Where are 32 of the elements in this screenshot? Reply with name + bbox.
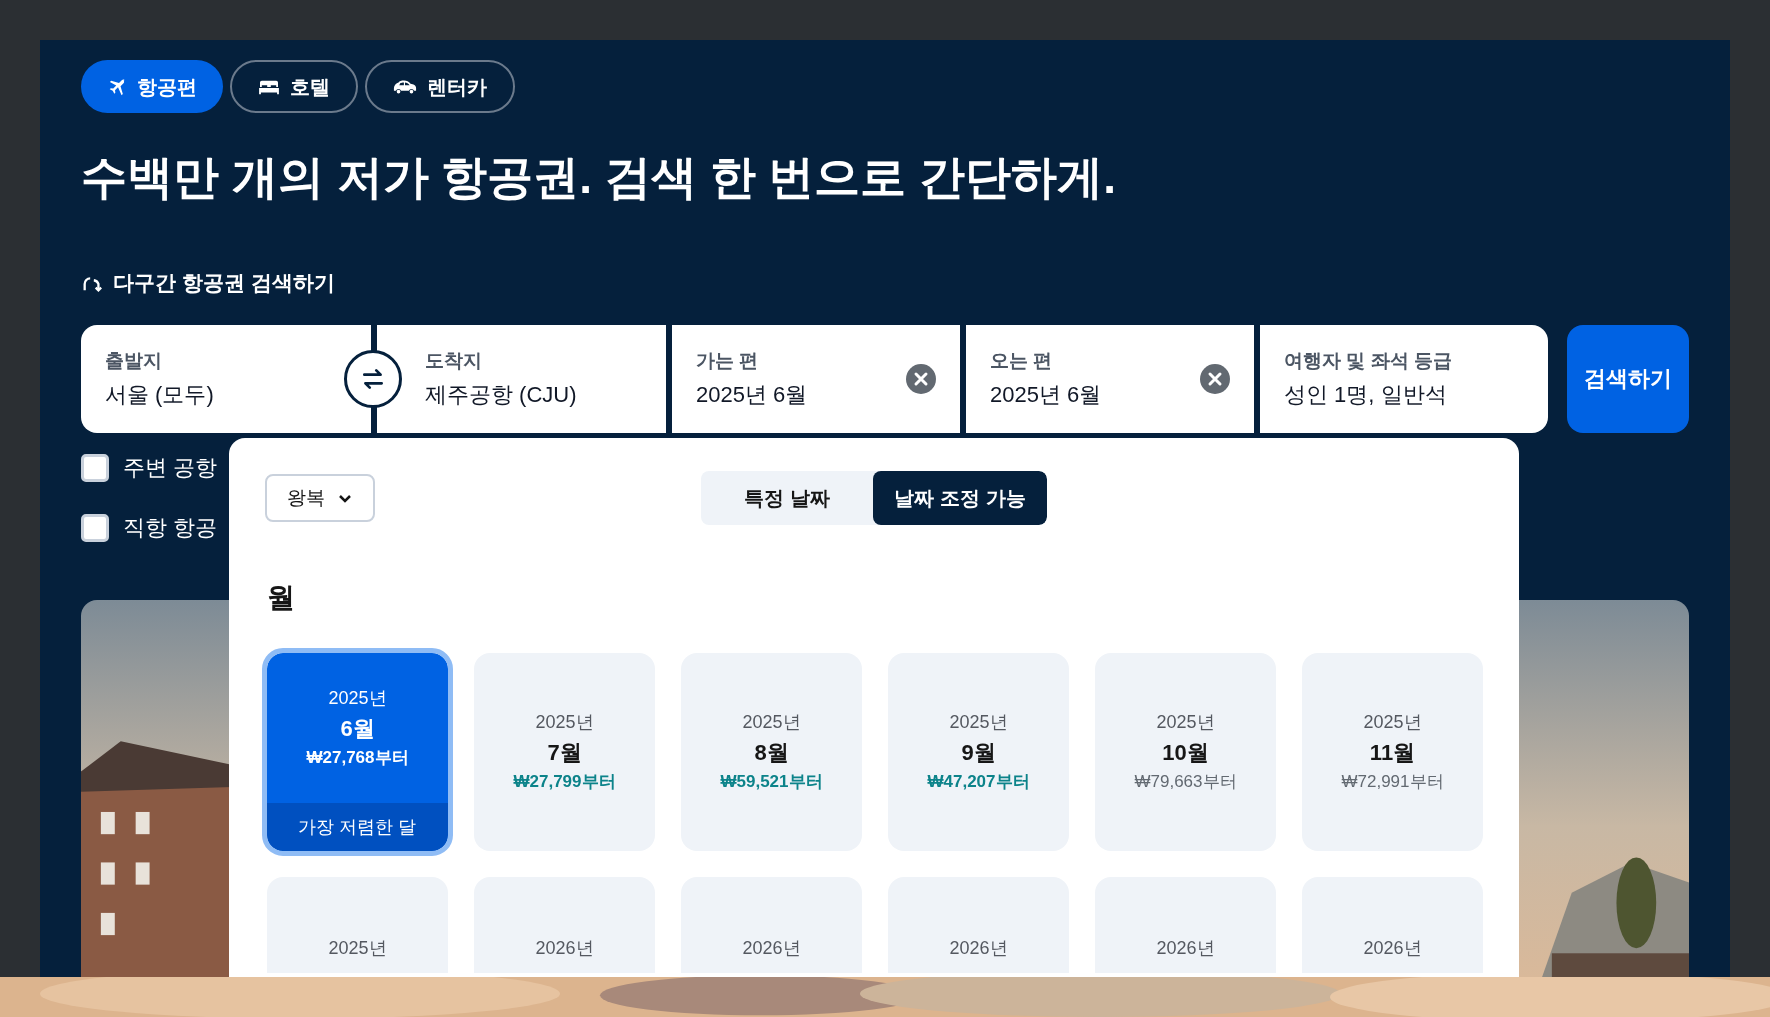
- search-field[interactable]: 가는 편 2025년 6월: [672, 324, 960, 433]
- clear-icon[interactable]: [1200, 363, 1230, 394]
- category-tab[interactable]: 호텔: [230, 60, 358, 113]
- checkbox[interactable]: [81, 513, 109, 542]
- field-value: 성인 1명, 일반석: [1284, 380, 1448, 409]
- trip-type-dropdown[interactable]: 왕복: [265, 474, 375, 522]
- field-label: 도착지: [425, 348, 483, 373]
- search-field[interactable]: 출발지 서울 (모두): [81, 324, 371, 433]
- field-value: 서울 (모두): [105, 380, 215, 409]
- field-label: 여행자 및 좌석 등급: [1284, 348, 1453, 373]
- search-button[interactable]: 검색하기: [1567, 324, 1689, 433]
- search-field[interactable]: 여행자 및 좌석 등급 성인 1명, 일반석: [1260, 324, 1548, 433]
- headline: 수백만 개의 저가 항공권. 검색 한 번으로 간단하게.: [81, 150, 1118, 205]
- date-mode-tab[interactable]: 특정 날짜: [701, 471, 873, 525]
- field-value: 제주공항 (CJU): [425, 380, 578, 409]
- field-label: 가는 편: [696, 348, 760, 373]
- field-label: 출발지: [105, 348, 163, 373]
- field-value: 2025년 6월: [990, 380, 1103, 409]
- category-tab[interactable]: 항공편: [81, 60, 223, 113]
- multi-city-link[interactable]: 다구간 항공권 검색하기: [113, 267, 335, 299]
- category-tab[interactable]: 렌터카: [365, 60, 515, 113]
- search-field[interactable]: 오는 편 2025년 6월: [966, 324, 1254, 433]
- checkbox-label: 주변 공항: [123, 454, 218, 482]
- checkbox-label: 직항 항공: [123, 514, 218, 542]
- car-icon: [393, 78, 417, 95]
- date-mode-tab[interactable]: 날짜 조정 가능: [873, 471, 1047, 525]
- plane-icon: [107, 76, 127, 97]
- search-field[interactable]: 도착지 제주공항 (CJU): [377, 324, 666, 433]
- field-value: 2025년 6월: [696, 380, 809, 409]
- checkbox[interactable]: [81, 453, 109, 482]
- field-label: 오는 편: [990, 348, 1054, 373]
- clear-icon[interactable]: [906, 363, 936, 394]
